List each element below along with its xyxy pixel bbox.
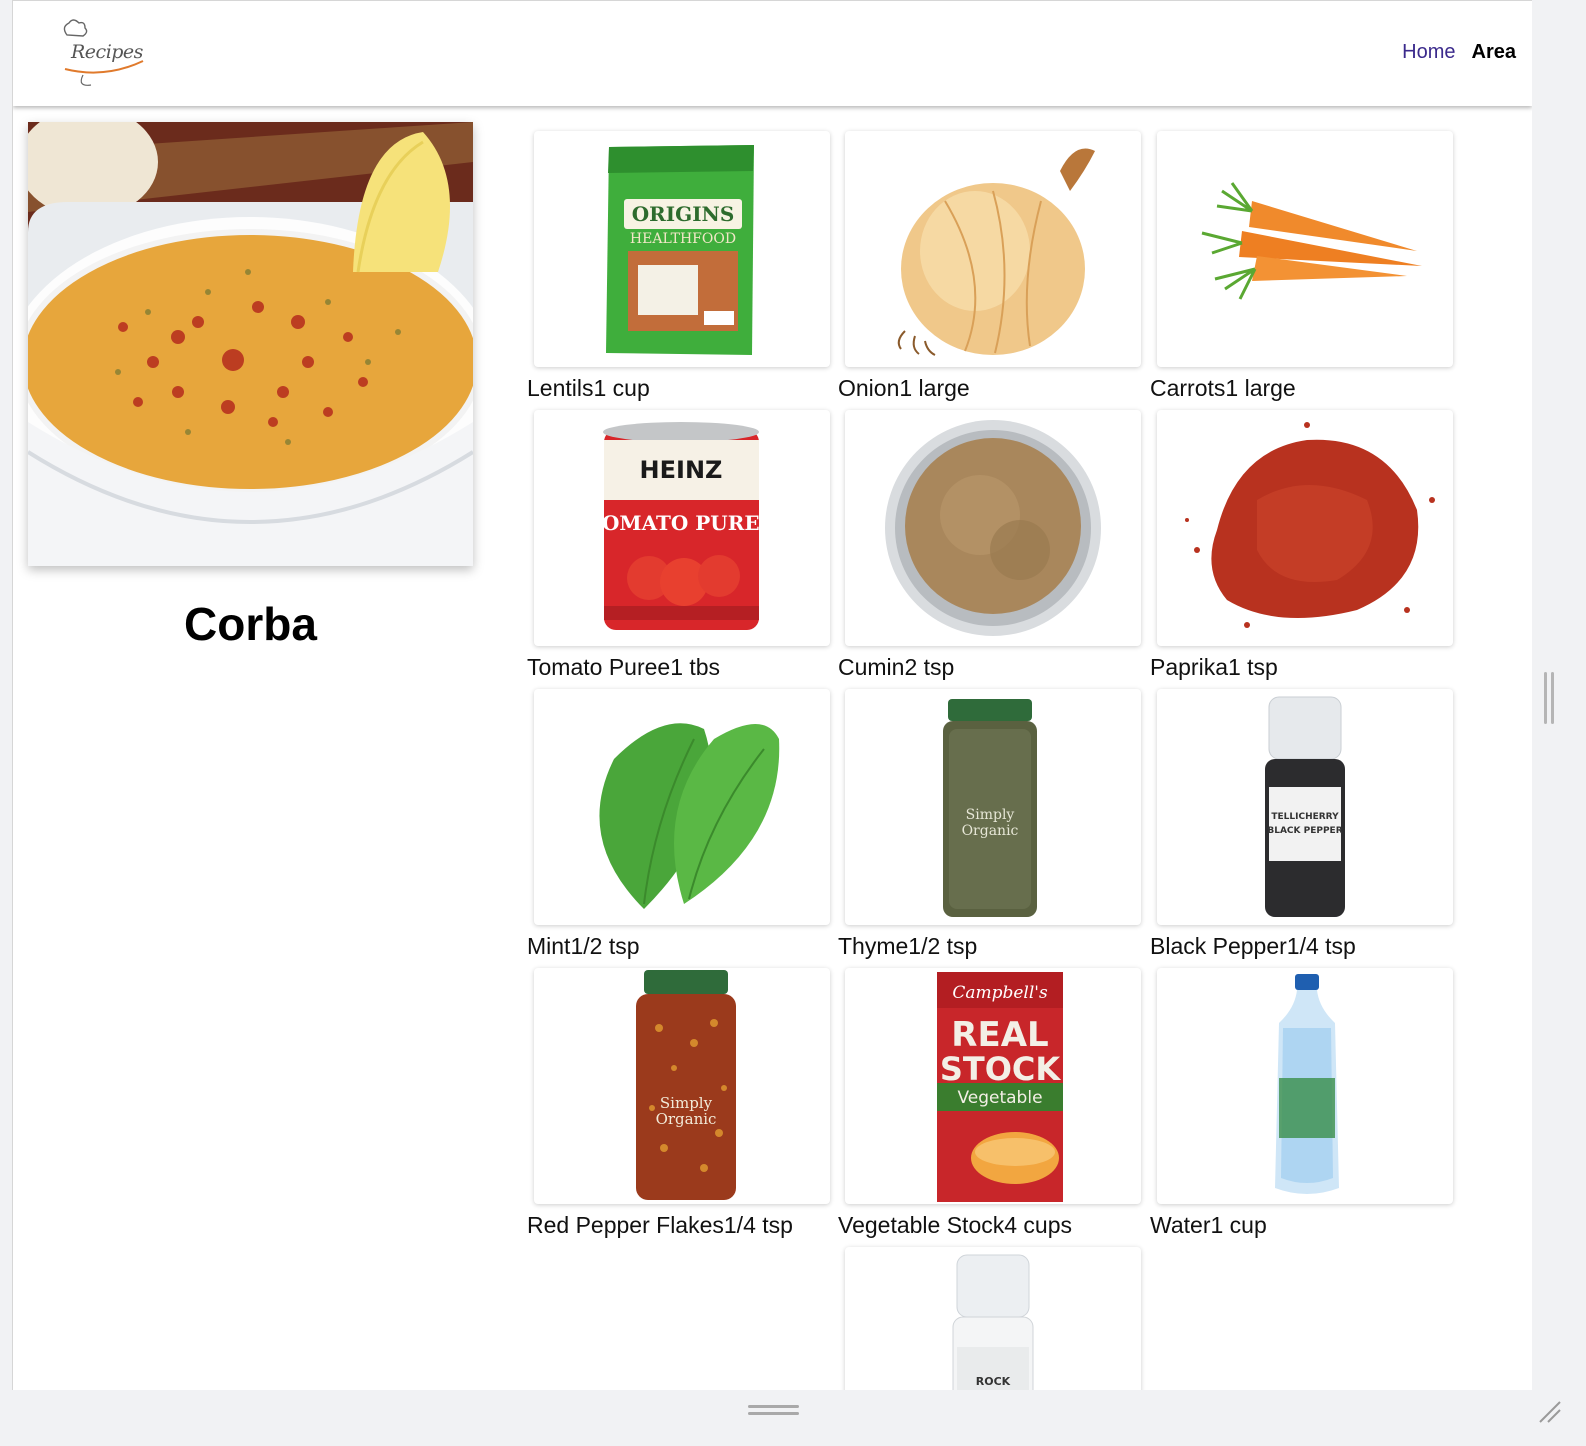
svg-text:TELLICHERRY: TELLICHERRY bbox=[1271, 812, 1339, 822]
red-pepper-jar-icon: Simply Organic bbox=[636, 970, 736, 1200]
svg-text:Organic: Organic bbox=[962, 823, 1019, 839]
logo-text: Recipes bbox=[71, 41, 143, 63]
stock-carton-icon: Campbell's REAL STOCK Vegetable bbox=[937, 972, 1063, 1202]
svg-text:ORIGINS: ORIGINS bbox=[632, 202, 735, 226]
nav-link-area[interactable]: Area bbox=[1472, 41, 1516, 64]
ingredient-label: Vegetable Stock4 cups bbox=[838, 1212, 1072, 1238]
ingredient-card[interactable] bbox=[845, 131, 1141, 367]
svg-text:BLACK PEPPER: BLACK PEPPER bbox=[1267, 826, 1342, 836]
meal-image bbox=[28, 122, 473, 566]
ingredient-label: Water1 cup bbox=[1150, 1212, 1267, 1238]
site-logo[interactable]: Recipes bbox=[53, 17, 148, 89]
ingredient-label: Red Pepper Flakes1/4 tsp bbox=[527, 1212, 793, 1238]
salt-grinder-icon: ROCK bbox=[952, 1254, 1034, 1391]
svg-text:Simply: Simply bbox=[966, 807, 1015, 823]
paprika-icon bbox=[1185, 422, 1435, 628]
ingredient-label: Onion1 large bbox=[838, 375, 970, 401]
thyme-jar-icon: Simply Organic bbox=[943, 699, 1037, 917]
lentil-bag-icon: ORIGINS HEALTHFOOD bbox=[606, 145, 754, 355]
resize-corner-icon[interactable] bbox=[1536, 1398, 1564, 1426]
ingredient-card[interactable] bbox=[1157, 968, 1453, 1204]
can-brand: HEINZ bbox=[640, 456, 723, 484]
ingredient-card[interactable] bbox=[1157, 410, 1453, 646]
svg-text:Organic: Organic bbox=[656, 1110, 717, 1128]
resize-handle-vertical[interactable] bbox=[1544, 672, 1556, 724]
ingredient-label: Lentils1 cup bbox=[527, 375, 650, 401]
ingredient-card[interactable]: Simply Organic bbox=[845, 689, 1141, 925]
ingredient-label: Mint1/2 tsp bbox=[527, 933, 640, 959]
ingredient-label: Black Pepper1/4 tsp bbox=[1150, 933, 1356, 959]
resize-handle-horizontal[interactable] bbox=[748, 1405, 799, 1417]
water-bottle-icon bbox=[1275, 974, 1339, 1194]
carton-text-2: STOCK bbox=[940, 1050, 1062, 1088]
ingredient-card[interactable]: Simply Organic bbox=[534, 968, 830, 1204]
ingredient-card[interactable]: ROCK bbox=[845, 1247, 1141, 1391]
ingredient-label: Tomato Puree1 tbs bbox=[527, 654, 721, 680]
browser-viewport: Recipes Home Area Corba ORIGINS HEALTHFO… bbox=[12, 0, 1532, 1391]
carton-text-1: REAL bbox=[951, 1015, 1048, 1055]
svg-text:Campbell's: Campbell's bbox=[952, 983, 1048, 1003]
navbar: Recipes Home Area bbox=[13, 1, 1532, 106]
meal-title: Corba bbox=[184, 598, 317, 650]
onion-icon bbox=[897, 148, 1095, 356]
ingredient-label: Thyme1/2 tsp bbox=[838, 933, 978, 959]
ingredient-label: Cumin2 tsp bbox=[838, 654, 955, 680]
grinder-text: ROCK bbox=[976, 1375, 1011, 1388]
pepper-grinder-icon: TELLICHERRY BLACK PEPPER bbox=[1265, 696, 1345, 917]
ingredient-label: Paprika1 tsp bbox=[1150, 654, 1278, 680]
ingredient-card[interactable] bbox=[534, 689, 830, 925]
carton-text-3: Vegetable bbox=[957, 1088, 1042, 1108]
nav-link-home[interactable]: Home bbox=[1402, 41, 1455, 64]
devtools-dock-bar bbox=[0, 1390, 1586, 1446]
ingredient-card[interactable]: HEINZ TOMATO PUREE bbox=[534, 410, 830, 646]
ingredient-card[interactable] bbox=[1157, 131, 1453, 367]
mint-leaf-icon bbox=[599, 723, 780, 909]
can-text: TOMATO PUREE bbox=[587, 511, 775, 535]
svg-text:HEALTHFOOD: HEALTHFOOD bbox=[630, 231, 736, 247]
ingredient-card[interactable]: Campbell's REAL STOCK Vegetable bbox=[845, 968, 1141, 1204]
ingredient-card[interactable]: ORIGINS HEALTHFOOD bbox=[534, 131, 830, 367]
ingredient-card[interactable] bbox=[845, 410, 1141, 646]
nav-links: Home Area bbox=[1402, 41, 1516, 64]
ingredient-label: Carrots1 large bbox=[1150, 375, 1296, 401]
ingredient-card[interactable]: TELLICHERRY BLACK PEPPER bbox=[1157, 689, 1453, 925]
cumin-bowl-icon bbox=[885, 420, 1101, 636]
carrots-icon bbox=[1201, 182, 1422, 300]
tomato-can-icon: HEINZ TOMATO PUREE bbox=[587, 422, 775, 630]
